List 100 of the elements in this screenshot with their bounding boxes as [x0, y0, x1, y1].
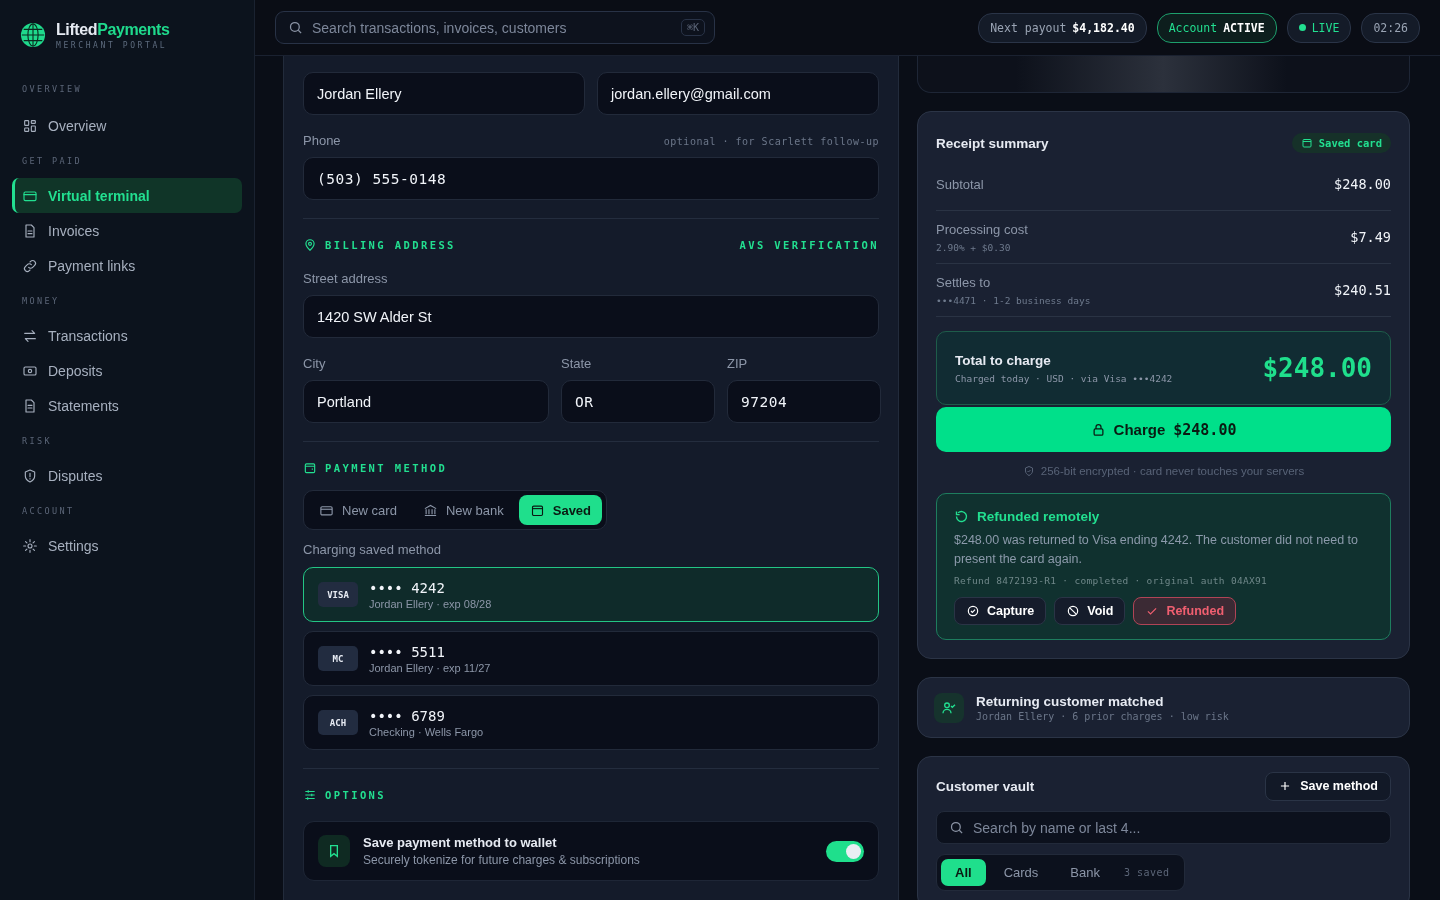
security-note: 256-bit encrypted · card never touches your servers	[1040, 465, 1305, 477]
avs-label: AVS VERIFICATION	[739, 239, 879, 251]
account-status-pill: Account ACTIVE	[1156, 12, 1277, 43]
saved-method-row[interactable]: VISA •••• 4242 Jordan Ellery · exp 08/28	[303, 567, 879, 622]
card-number: •••• 6789	[369, 707, 446, 724]
line-amount: $7.49	[1350, 229, 1391, 245]
line-amount: $240.51	[1334, 282, 1391, 298]
field-label: City	[303, 356, 326, 371]
charge-button[interactable]: Charge $248.00	[936, 407, 1391, 452]
vault-search-field[interactable]: Search by name or last 4...	[936, 811, 1391, 844]
nav-item[interactable]: Settings	[12, 528, 242, 563]
card-detail: Jordan Ellery · exp 08/28	[369, 597, 492, 610]
field-label: State	[561, 356, 592, 371]
lock-icon	[1090, 422, 1106, 437]
card-number: •••• 5511	[369, 643, 446, 660]
field-hint: optional · for Scarlett follow-up	[663, 136, 879, 147]
line-amount: $248.00	[1334, 176, 1391, 192]
section-label: GET PAID	[21, 154, 84, 168]
city-field[interactable]: Portland	[303, 380, 549, 423]
line-label: Processing cost	[936, 221, 1028, 237]
action-button[interactable]: Capture	[954, 597, 1047, 625]
method-tab[interactable]: New card	[308, 495, 408, 525]
gear-icon	[22, 537, 38, 554]
bank-icon	[422, 502, 438, 518]
block-icon	[1066, 604, 1081, 618]
card-number: •••• 4242	[369, 579, 446, 596]
nav-item[interactable]: Disputes	[12, 458, 242, 493]
search-icon	[949, 820, 964, 835]
saved-method-row[interactable]: ACH •••• 6789 Checking · Wells Fargo	[303, 695, 879, 750]
match-detail: Jordan Ellery · 6 prior charges · low risk	[976, 710, 1229, 722]
bookmark-icon	[318, 835, 350, 867]
refund-message: $248.00 was returned to Visa ending 4242. The customer did not need to present the card again.	[954, 532, 1359, 568]
shortcut-key: ⌘K	[680, 19, 705, 36]
sliders-icon	[303, 788, 317, 802]
toggle-switch[interactable]	[826, 840, 864, 862]
card-brand-tag: VISA	[318, 582, 358, 607]
match-title: Returning customer matched	[976, 693, 1165, 709]
line-detail: 2.90% + $0.30	[936, 241, 1012, 253]
card-title: Customer vault	[936, 778, 1035, 794]
nav-item[interactable]: Virtual terminal	[12, 178, 242, 213]
section-label: MONEY	[21, 294, 61, 308]
name-field[interactable]: Jordan Ellery	[303, 72, 585, 115]
saved-method-row[interactable]: MC •••• 5511 Jordan Ellery · exp 11/27	[303, 631, 879, 686]
rotate-icon	[954, 509, 969, 524]
line-detail: •••4471 · 1-2 business days	[936, 294, 1091, 306]
saved-card-badge: Saved card	[1291, 133, 1391, 153]
nav-item[interactable]: Deposits	[12, 353, 242, 388]
live-pill: LIVE	[1286, 12, 1352, 43]
section-label: ACCOUNT	[21, 504, 76, 518]
nav-item[interactable]: Payment links	[12, 248, 242, 283]
save-method-button[interactable]: Save method	[1265, 771, 1391, 801]
section-title: PAYMENT METHOD	[325, 462, 448, 474]
shield-icon	[22, 467, 38, 484]
pin-icon	[303, 238, 317, 252]
filter-tab[interactable]: All	[941, 859, 986, 886]
total-detail: Charged today · USD · via Visa •••4242	[955, 372, 1173, 384]
field-label: ZIP	[727, 356, 748, 371]
total-amount: $248.00	[1262, 353, 1372, 383]
brand-subtitle: MERCHANT PORTAL	[56, 40, 169, 50]
section-title: BILLING ADDRESS	[325, 239, 456, 251]
total-label: Total to charge	[955, 352, 1052, 368]
phone-field[interactable]: (503) 555-0148	[303, 157, 879, 200]
card-detail: Jordan Ellery · exp 11/27	[369, 661, 491, 674]
card-brand-tag: MC	[318, 646, 358, 671]
shield-icon	[1022, 465, 1035, 477]
globe-icon	[20, 22, 46, 48]
card-detail: Checking · Wells Fargo	[369, 725, 484, 738]
zip-field[interactable]: 97204	[727, 380, 881, 423]
section-title: OPTIONS	[325, 789, 387, 801]
action-button[interactable]: Void	[1054, 597, 1126, 625]
street-field[interactable]: 1420 SW Alder St	[303, 295, 879, 338]
filter-tab[interactable]: Bank	[1056, 859, 1114, 886]
link-icon	[22, 257, 38, 274]
nav-item[interactable]: Invoices	[12, 213, 242, 248]
refund-title: Refunded remotely	[977, 509, 1100, 524]
option-title: Save payment method to wallet	[363, 835, 558, 850]
user-check-icon	[934, 692, 964, 723]
brand-name: LiftedPayments	[56, 20, 170, 39]
field-label: Phone	[303, 133, 341, 148]
card-title: Receipt summary	[936, 135, 1049, 151]
filter-tab[interactable]: Cards	[989, 859, 1053, 886]
state-field[interactable]: OR	[561, 380, 715, 423]
nav-item[interactable]: Overview	[12, 108, 242, 143]
saved-count: 3 saved	[1122, 867, 1171, 878]
arrows-icon	[22, 327, 38, 344]
wallet-icon	[529, 502, 545, 518]
nav-item[interactable]: Statements	[12, 388, 242, 423]
line-label: Settles to	[936, 274, 992, 290]
wallet-icon	[303, 461, 317, 475]
search-icon	[288, 20, 303, 35]
method-tab[interactable]: Saved	[518, 495, 603, 525]
option-description: Securely tokenize for future charges & subscriptions	[363, 853, 641, 867]
method-tab[interactable]: New bank	[411, 495, 515, 525]
email-field[interactable]: jordan.ellery@gmail.com	[597, 72, 879, 115]
action-button[interactable]: Refunded	[1133, 597, 1237, 625]
section-label: OVERVIEW	[21, 83, 84, 96]
check-circle-icon	[966, 604, 980, 618]
nav-item[interactable]: Transactions	[12, 318, 242, 353]
line-label: Subtotal	[936, 176, 984, 192]
document-icon	[22, 222, 38, 239]
